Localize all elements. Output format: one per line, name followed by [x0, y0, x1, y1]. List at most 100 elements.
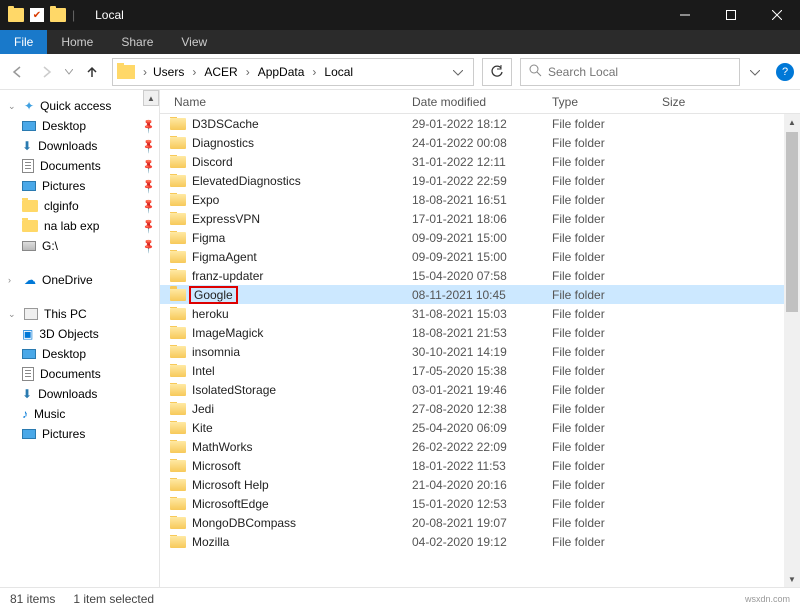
share-tab[interactable]: Share [107, 30, 167, 54]
file-row[interactable]: Google08-11-2021 10:45File folder [160, 285, 800, 304]
folder-icon [170, 289, 186, 301]
address-bar[interactable]: › Users › ACER › AppData › Local [112, 58, 474, 86]
search-box[interactable] [520, 58, 740, 86]
file-row[interactable]: heroku31-08-2021 15:03File folder [160, 304, 800, 323]
minimize-button[interactable] [662, 0, 708, 30]
file-row[interactable]: Mozilla04-02-2020 19:12File folder [160, 532, 800, 551]
3d-icon: ▣ [22, 327, 33, 341]
nav-qa-item[interactable]: clginfo📌 [0, 196, 159, 216]
nav-qa-item[interactable]: ⬇Downloads📌 [0, 136, 159, 156]
scroll-thumb[interactable] [786, 132, 798, 312]
up-button[interactable] [80, 60, 104, 84]
file-row[interactable]: Diagnostics24-01-2022 00:08File folder [160, 133, 800, 152]
file-row[interactable]: insomnia30-10-2021 14:19File folder [160, 342, 800, 361]
file-row[interactable]: Kite25-04-2020 06:09File folder [160, 418, 800, 437]
maximize-button[interactable] [708, 0, 754, 30]
scroll-down-icon[interactable]: ▼ [784, 571, 800, 587]
cell-date: 03-01-2021 19:46 [404, 383, 544, 397]
nav-qa-item[interactable]: G:\📌 [0, 236, 159, 256]
column-name[interactable]: Name [160, 95, 404, 109]
close-icon [772, 10, 782, 20]
crumb-appdata[interactable]: AppData [254, 63, 309, 81]
nav-pc-item[interactable]: ♪Music [0, 404, 159, 424]
qa-folder-icon[interactable] [50, 8, 66, 22]
nav-onedrive[interactable]: › ☁ OneDrive [0, 270, 159, 290]
nav-qa-item[interactable]: na lab exp📌 [0, 216, 159, 236]
recent-dropdown[interactable] [62, 69, 76, 75]
ribbon-toggle[interactable] [744, 65, 766, 79]
file-row[interactable]: FigmaAgent09-09-2021 15:00File folder [160, 247, 800, 266]
nav-quick-access[interactable]: ⌄ ✦ Quick access [0, 96, 159, 116]
file-row[interactable]: Discord31-01-2022 12:11File folder [160, 152, 800, 171]
file-row[interactable]: Microsoft18-01-2022 11:53File folder [160, 456, 800, 475]
cell-date: 29-01-2022 18:12 [404, 117, 544, 131]
address-dropdown[interactable] [447, 65, 469, 79]
close-button[interactable] [754, 0, 800, 30]
back-button[interactable] [6, 60, 30, 84]
nav-pc-item[interactable]: Desktop [0, 344, 159, 364]
document-icon [22, 367, 34, 381]
search-input[interactable] [548, 65, 731, 79]
navigation-pane: ▲ ⌄ ✦ Quick access Desktop📌⬇Downloads📌Do… [0, 90, 160, 587]
cell-type: File folder [544, 269, 654, 283]
cell-name: Jedi [160, 402, 404, 416]
file-tab[interactable]: File [0, 30, 47, 54]
cell-date: 25-04-2020 06:09 [404, 421, 544, 435]
cell-date: 21-04-2020 20:16 [404, 478, 544, 492]
file-row[interactable]: D3DSCache29-01-2022 18:12File folder [160, 114, 800, 133]
file-row[interactable]: Microsoft Help21-04-2020 20:16File folde… [160, 475, 800, 494]
crumb-users[interactable]: Users [149, 63, 188, 81]
window-title: Local [83, 8, 124, 22]
scroll-up-icon[interactable]: ▲ [784, 114, 800, 130]
folder-icon [170, 194, 186, 206]
qa-check-icon[interactable]: ✔ [30, 8, 44, 22]
nav-pc-item[interactable]: ▣3D Objects [0, 324, 159, 344]
file-row[interactable]: ElevatedDiagnostics19-01-2022 22:59File … [160, 171, 800, 190]
file-row[interactable]: ExpressVPN17-01-2021 18:06File folder [160, 209, 800, 228]
nav-pc-item[interactable]: Pictures [0, 424, 159, 444]
refresh-button[interactable] [482, 58, 512, 86]
file-row[interactable]: MathWorks26-02-2022 22:09File folder [160, 437, 800, 456]
nav-qa-item[interactable]: Documents📌 [0, 156, 159, 176]
cell-name: insomnia [160, 345, 404, 359]
file-row[interactable]: Figma09-09-2021 15:00File folder [160, 228, 800, 247]
help-button[interactable]: ? [776, 63, 794, 81]
cell-type: File folder [544, 421, 654, 435]
column-date[interactable]: Date modified [404, 95, 544, 109]
column-headers: Name Date modified Type Size [160, 90, 800, 114]
file-row[interactable]: Expo18-08-2021 16:51File folder [160, 190, 800, 209]
crumb-local[interactable]: Local [320, 63, 357, 81]
nav-pc-item[interactable]: ⬇Downloads [0, 384, 159, 404]
desktop-icon [22, 121, 36, 131]
file-name: Microsoft [192, 459, 241, 473]
nav-this-pc[interactable]: ⌄ This PC [0, 304, 159, 324]
column-size[interactable]: Size [654, 95, 800, 109]
cell-date: 09-09-2021 15:00 [404, 231, 544, 245]
nav-pc-item[interactable]: Documents [0, 364, 159, 384]
home-tab[interactable]: Home [47, 30, 107, 54]
this-pc-label: This PC [44, 307, 87, 321]
column-type[interactable]: Type [544, 95, 654, 109]
forward-button[interactable] [34, 60, 58, 84]
view-tab[interactable]: View [167, 30, 221, 54]
file-row[interactable]: MongoDBCompass20-08-2021 19:07File folde… [160, 513, 800, 532]
file-row[interactable]: MicrosoftEdge15-01-2020 12:53File folder [160, 494, 800, 513]
cell-date: 15-01-2020 12:53 [404, 497, 544, 511]
vertical-scrollbar[interactable]: ▲ ▼ [784, 114, 800, 587]
nav-qa-item[interactable]: Pictures📌 [0, 176, 159, 196]
nav-scroll-up[interactable]: ▲ [143, 90, 159, 106]
file-name: MongoDBCompass [192, 516, 296, 530]
file-row[interactable]: ImageMagick18-08-2021 21:53File folder [160, 323, 800, 342]
nav-qa-item[interactable]: Desktop📌 [0, 116, 159, 136]
file-row[interactable]: Intel17-05-2020 15:38File folder [160, 361, 800, 380]
file-row[interactable]: franz-updater15-04-2020 07:58File folder [160, 266, 800, 285]
pin-icon: 📌 [140, 118, 157, 135]
file-row[interactable]: Jedi27-08-2020 12:38File folder [160, 399, 800, 418]
cell-date: 27-08-2020 12:38 [404, 402, 544, 416]
file-row[interactable]: IsolatedStorage03-01-2021 19:46File fold… [160, 380, 800, 399]
cell-type: File folder [544, 459, 654, 473]
crumb-acer[interactable]: ACER [200, 63, 241, 81]
cell-name: MongoDBCompass [160, 516, 404, 530]
chevron-right-icon[interactable]: › [141, 65, 149, 79]
file-list[interactable]: D3DSCache29-01-2022 18:12File folderDiag… [160, 114, 800, 587]
